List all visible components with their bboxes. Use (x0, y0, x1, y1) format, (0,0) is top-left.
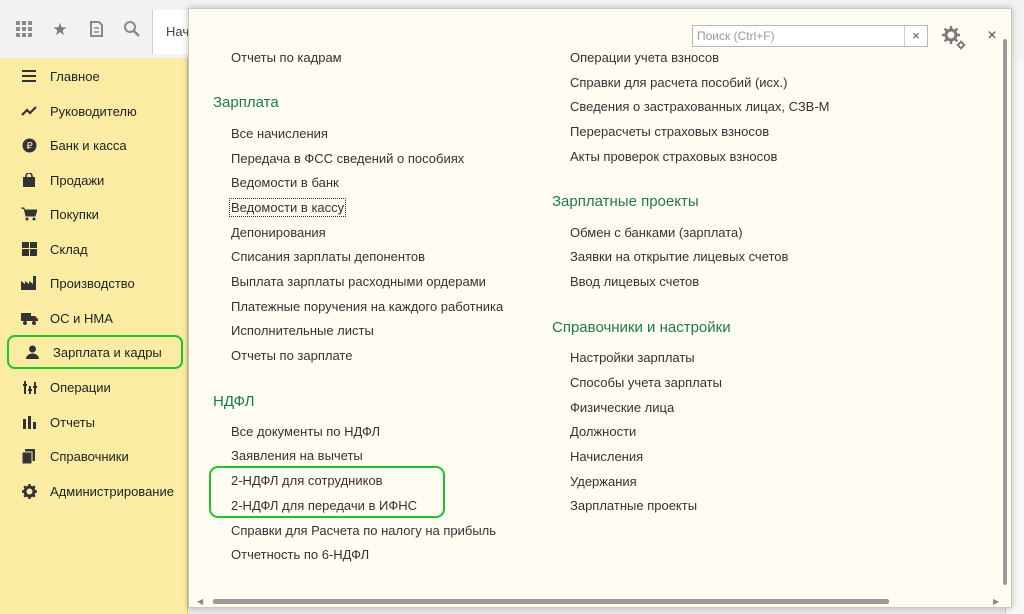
ruble-coin-icon: ₽ (20, 136, 38, 154)
factory-icon (20, 274, 38, 292)
menu-link[interactable]: Должности (570, 424, 636, 439)
sidebar-item-reports[interactable]: Отчеты (6, 407, 182, 437)
menu-link[interactable]: Отчеты по зарплате (231, 348, 352, 363)
operations-icon (20, 378, 38, 396)
menu-link[interactable]: Списания зарплаты депонентов (231, 249, 425, 264)
sidebar-item-label: Продажи (50, 172, 105, 188)
section-menu-panel: × × Отчеты по кадрам Зарплата Все начисл… (188, 8, 1012, 608)
user-icon (23, 343, 41, 361)
vertical-scrollbar[interactable] (1003, 39, 1009, 585)
tab-home-label: Нач (166, 24, 190, 39)
section-title-zarplata: Зарплата (213, 94, 279, 111)
menu-link[interactable]: Отчеты по кадрам (231, 50, 342, 65)
bar-chart-icon (20, 413, 38, 431)
menu-link[interactable]: Физические лица (570, 400, 674, 415)
sidebar-item-salary[interactable]: Зарплата и кадры (7, 335, 183, 369)
history-icon[interactable] (86, 20, 106, 40)
sidebar-item-label: Покупки (50, 206, 99, 222)
menu-link[interactable]: Зарплатные проекты (570, 498, 697, 513)
menu-link[interactable]: Начисления (570, 449, 643, 464)
sidebar-item-label: Отчеты (50, 414, 95, 430)
section-title-projects: Зарплатные проекты (552, 193, 699, 210)
shopping-bag-icon (20, 171, 38, 189)
sidebar-item-label: Справочники (50, 448, 129, 464)
books-icon (20, 447, 38, 465)
sidebar-item-catalogs[interactable]: Справочники (6, 441, 182, 471)
menu-link[interactable]: Перерасчеты страховых взносов (570, 124, 769, 139)
svg-text:₽: ₽ (26, 141, 33, 152)
menu-link[interactable]: Заявки на открытие лицевых счетов (570, 249, 788, 264)
settings-gear-icon[interactable] (941, 25, 967, 51)
search-icon[interactable] (122, 20, 142, 40)
menu-link[interactable]: 2-НДФЛ для передачи в ИФНС (231, 498, 417, 513)
warehouse-icon (20, 240, 38, 258)
menu-link[interactable]: Заявления на вычеты (231, 448, 363, 463)
menu-link[interactable]: Обмен с банками (зарплата) (570, 225, 743, 240)
menu-link[interactable]: Исполнительные листы (231, 323, 374, 338)
sidebar-item-purchases[interactable]: Покупки (6, 199, 182, 229)
menu-link[interactable]: 2-НДФЛ для сотрудников (231, 473, 383, 488)
menu-link[interactable]: Депонирования (231, 225, 326, 240)
search-field[interactable]: × (692, 25, 928, 47)
sidebar-item-label: ОС и НМА (50, 310, 113, 326)
sidebar-item-label: Администрирование (50, 483, 174, 499)
sidebar-item-sales[interactable]: Продажи (6, 165, 182, 195)
close-panel-button[interactable]: × (983, 27, 1001, 45)
horizontal-scrollbar[interactable]: ◀ ▶ (197, 597, 1001, 606)
menu-link[interactable]: Ввод лицевых счетов (570, 274, 699, 289)
sidebar-item-bank[interactable]: ₽ Банк и касса (6, 130, 182, 160)
sidebar-item-operations[interactable]: Операции (6, 372, 182, 402)
sidebar-item-manager[interactable]: Руководителю (6, 96, 182, 126)
menu-link[interactable]: Отчетность по 6-НДФЛ (231, 547, 369, 562)
menu-link[interactable]: Удержания (570, 474, 637, 489)
menu-link[interactable]: Способы учета зарплаты (570, 375, 722, 390)
star-icon[interactable]: ★ (50, 20, 70, 40)
sidebar-item-fixed-assets[interactable]: ОС и НМА (6, 303, 182, 333)
sidebar-item-label: Руководителю (50, 103, 137, 119)
menu-link[interactable]: Справки для расчета пособий (исх.) (570, 75, 787, 90)
trend-chart-icon (20, 102, 38, 120)
menu-link[interactable]: Акты проверок страховых взносов (570, 149, 777, 164)
apps-grid-icon[interactable] (14, 20, 34, 40)
sidebar-item-main[interactable]: Главное (6, 61, 182, 91)
search-clear-button[interactable]: × (904, 26, 927, 46)
menu-link[interactable]: Платежные поручения на каждого работника (231, 299, 503, 314)
scroll-right-arrow-icon[interactable]: ▶ (993, 597, 999, 606)
sidebar-item-label: Главное (50, 68, 100, 84)
sidebar-item-label: Зарплата и кадры (53, 344, 162, 360)
sidebar-item-label: Склад (50, 241, 88, 257)
search-input[interactable] (693, 26, 905, 46)
sidebar-item-label: Операции (50, 379, 111, 395)
menu-link[interactable]: Выплата зарплаты расходными ордерами (231, 274, 486, 289)
sidebar-item-label: Производство (50, 275, 135, 291)
menu-link[interactable]: Настройки зарплаты (570, 350, 695, 365)
menu-link[interactable]: Сведения о застрахованных лицах, СЗВ-М (570, 99, 830, 114)
vertical-scroll-thumb[interactable] (1003, 39, 1007, 585)
sidebar-item-label: Банк и касса (50, 137, 127, 153)
horizontal-scroll-thumb[interactable] (213, 599, 889, 604)
menu-link-focused[interactable]: Ведомости в кассу (228, 198, 347, 217)
menu-link[interactable]: Операции учета взносов (570, 50, 719, 65)
sidebar-item-warehouse[interactable]: Склад (6, 234, 182, 264)
sidebar-item-production[interactable]: Производство (6, 268, 182, 298)
menu-link[interactable]: Все документы по НДФЛ (231, 424, 380, 439)
gear-icon (20, 482, 38, 500)
menu-link[interactable]: Передача в ФСС сведений о пособиях (231, 151, 464, 166)
truck-icon (20, 309, 38, 327)
sidebar: Главное Руководителю ₽ Банк и касса Прод… (0, 58, 188, 614)
section-title-ndfl: НДФЛ (213, 393, 255, 410)
menu-lines-icon (20, 67, 38, 85)
menu-link[interactable]: Ведомости в банк (231, 175, 339, 190)
scroll-left-arrow-icon[interactable]: ◀ (197, 597, 203, 606)
sidebar-item-admin[interactable]: Администрирование (6, 476, 182, 506)
section-title-settings: Справочники и настройки (552, 319, 731, 336)
menu-link[interactable]: Справки для Расчета по налогу на прибыль (231, 523, 496, 538)
cart-icon (20, 205, 38, 223)
menu-link[interactable]: Все начисления (231, 126, 328, 141)
